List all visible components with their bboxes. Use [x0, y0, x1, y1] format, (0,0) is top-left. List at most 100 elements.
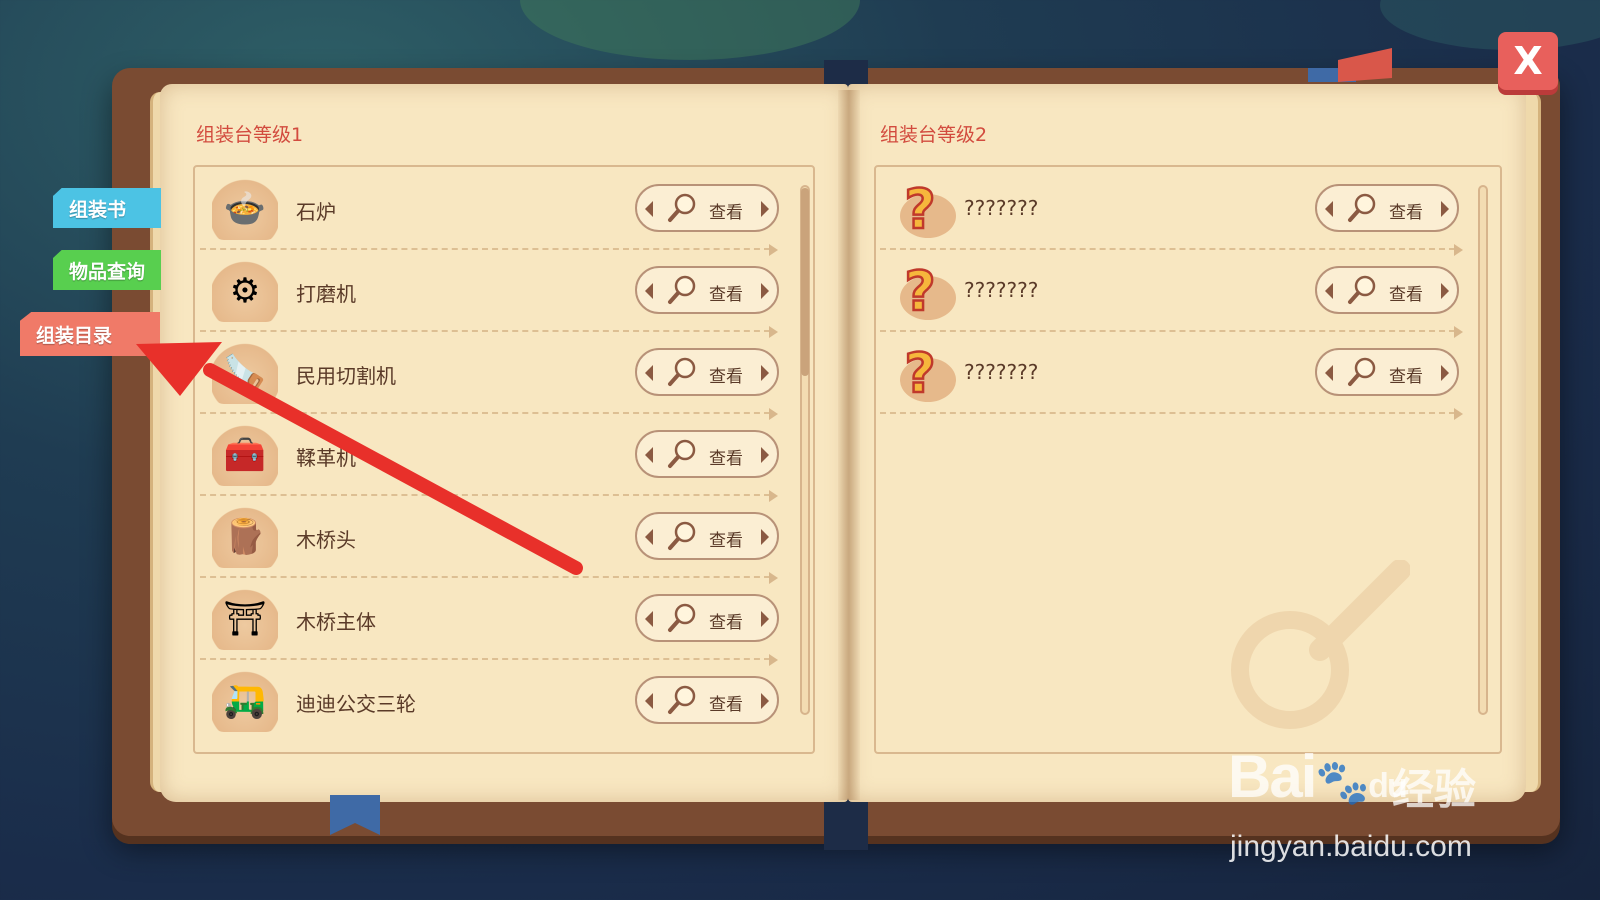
arrow-left-icon [1325, 201, 1333, 217]
magnifier-icon [668, 603, 696, 632]
arrow-right-icon [761, 365, 769, 381]
baidu-watermark-logo: Bai🐾du [1228, 742, 1408, 811]
list-item: ? ??????? 查看 [880, 332, 1465, 420]
view-button-label: 查看 [709, 531, 743, 551]
item-name: ??????? [964, 278, 1039, 302]
list-item: 🪚 民用切割机 查看 [200, 332, 780, 420]
view-button-label: 查看 [1389, 203, 1423, 223]
gear-watermark-icon [1231, 560, 1410, 729]
view-button-label: 查看 [709, 285, 743, 305]
arrow-left-icon [1325, 283, 1333, 299]
arrow-left-icon [645, 693, 653, 709]
stone-furnace-icon: 🍲 [212, 178, 278, 240]
bookmark-ribbon-bottom [330, 795, 380, 835]
bookmark-ribbon-top [1308, 48, 1392, 82]
item-name: ??????? [964, 360, 1039, 384]
bridge-body-icon: ⛩ [212, 588, 278, 650]
list-item: 🍲 石炉 查看 [200, 168, 780, 256]
tricycle-icon: 🛺 [212, 670, 278, 732]
view-button[interactable]: 查看 [635, 430, 779, 478]
svg-text:?: ? [904, 260, 935, 322]
view-button-label: 查看 [709, 449, 743, 469]
arrow-right-icon [761, 529, 769, 545]
baidu-watermark-text: 经验 [1392, 765, 1477, 814]
paw-icon: 🐾 [1315, 758, 1370, 807]
item-name: 民用切割机 [296, 364, 396, 388]
view-button[interactable]: 查看 [635, 184, 779, 232]
list-item: 🛺 迪迪公交三轮 查看 [200, 660, 780, 742]
list-item: 🧰 鞣革机 查看 [200, 414, 780, 502]
arrow-right-icon [1441, 283, 1449, 299]
tab-assembly-catalog[interactable]: 组装目录 [20, 312, 160, 356]
item-name: 木桥主体 [296, 610, 376, 634]
close-button[interactable]: X [1498, 32, 1558, 90]
item-name: 迪迪公交三轮 [296, 692, 416, 716]
arrow-left-icon [645, 447, 653, 463]
arrow-left-icon [1325, 365, 1333, 381]
arrow-left-icon [645, 201, 653, 217]
magnifier-icon [1348, 275, 1376, 304]
list-item: 🪵 木桥头 查看 [200, 496, 780, 584]
baidu-logo-text: Bai [1228, 743, 1317, 810]
arrow-right-icon [1441, 365, 1449, 381]
view-button[interactable]: 查看 [1315, 348, 1459, 396]
item-name: 鞣革机 [296, 446, 356, 470]
item-name: 打磨机 [296, 282, 356, 306]
bridge-head-icon: 🪵 [212, 506, 278, 568]
view-button-label: 查看 [709, 613, 743, 633]
item-name: ??????? [964, 196, 1039, 220]
view-button[interactable]: 查看 [635, 512, 779, 560]
item-name: 木桥头 [296, 528, 356, 552]
magnifier-icon [1348, 357, 1376, 386]
magnifier-icon [668, 685, 696, 714]
magnifier-icon [1348, 193, 1376, 222]
arrow-right-icon [761, 283, 769, 299]
svg-text:?: ? [904, 178, 935, 240]
left-section-title: 组装台等级1 [196, 124, 304, 146]
arrow-right-icon [1441, 201, 1449, 217]
view-button-label: 查看 [709, 695, 743, 715]
tab-item-query[interactable]: 物品查询 [53, 250, 161, 290]
arrow-right-icon [761, 201, 769, 217]
view-button-label: 查看 [709, 367, 743, 387]
item-name: 石炉 [296, 200, 336, 224]
magnifier-icon [668, 275, 696, 304]
grinder-icon: ⚙ [212, 260, 278, 322]
baidu-watermark-url: jingyan.baidu.com [1230, 830, 1472, 863]
view-button[interactable]: 查看 [635, 676, 779, 724]
arrow-left-icon [645, 283, 653, 299]
arrow-left-icon [645, 529, 653, 545]
arrow-right-icon [761, 611, 769, 627]
question-mark-icon: ? [900, 260, 956, 322]
view-button[interactable]: 查看 [635, 266, 779, 314]
question-mark-icon: ? [900, 342, 956, 404]
right-list-scrollbar[interactable] [1478, 185, 1488, 715]
divider-arrow-icon [1454, 408, 1463, 420]
view-button-label: 查看 [1389, 367, 1423, 387]
view-button[interactable]: 查看 [1315, 184, 1459, 232]
magnifier-icon [668, 439, 696, 468]
tab-assembly-book[interactable]: 组装书 [53, 188, 161, 228]
svg-text:?: ? [904, 342, 935, 404]
magnifier-icon [668, 357, 696, 386]
background-sea [1380, 0, 1600, 50]
right-section-title: 组装台等级2 [880, 124, 988, 146]
list-item: ? ??????? 查看 [880, 168, 1465, 256]
view-button-label: 查看 [1389, 285, 1423, 305]
arrow-right-icon [761, 693, 769, 709]
view-button[interactable]: 查看 [635, 348, 779, 396]
book-gutter [838, 90, 860, 800]
arrow-left-icon [645, 611, 653, 627]
magnifier-icon [668, 521, 696, 550]
list-item: ⛩ 木桥主体 查看 [200, 578, 780, 666]
arrow-right-icon [761, 447, 769, 463]
view-button[interactable]: 查看 [635, 594, 779, 642]
question-mark-icon: ? [900, 178, 956, 240]
cutter-icon: 🪚 [212, 342, 278, 404]
background-island [520, 0, 860, 60]
tanning-machine-icon: 🧰 [212, 424, 278, 486]
left-list-scroll-thumb[interactable] [801, 188, 809, 376]
view-button[interactable]: 查看 [1315, 266, 1459, 314]
magnifier-icon [668, 193, 696, 222]
list-item: ? ??????? 查看 [880, 250, 1465, 338]
